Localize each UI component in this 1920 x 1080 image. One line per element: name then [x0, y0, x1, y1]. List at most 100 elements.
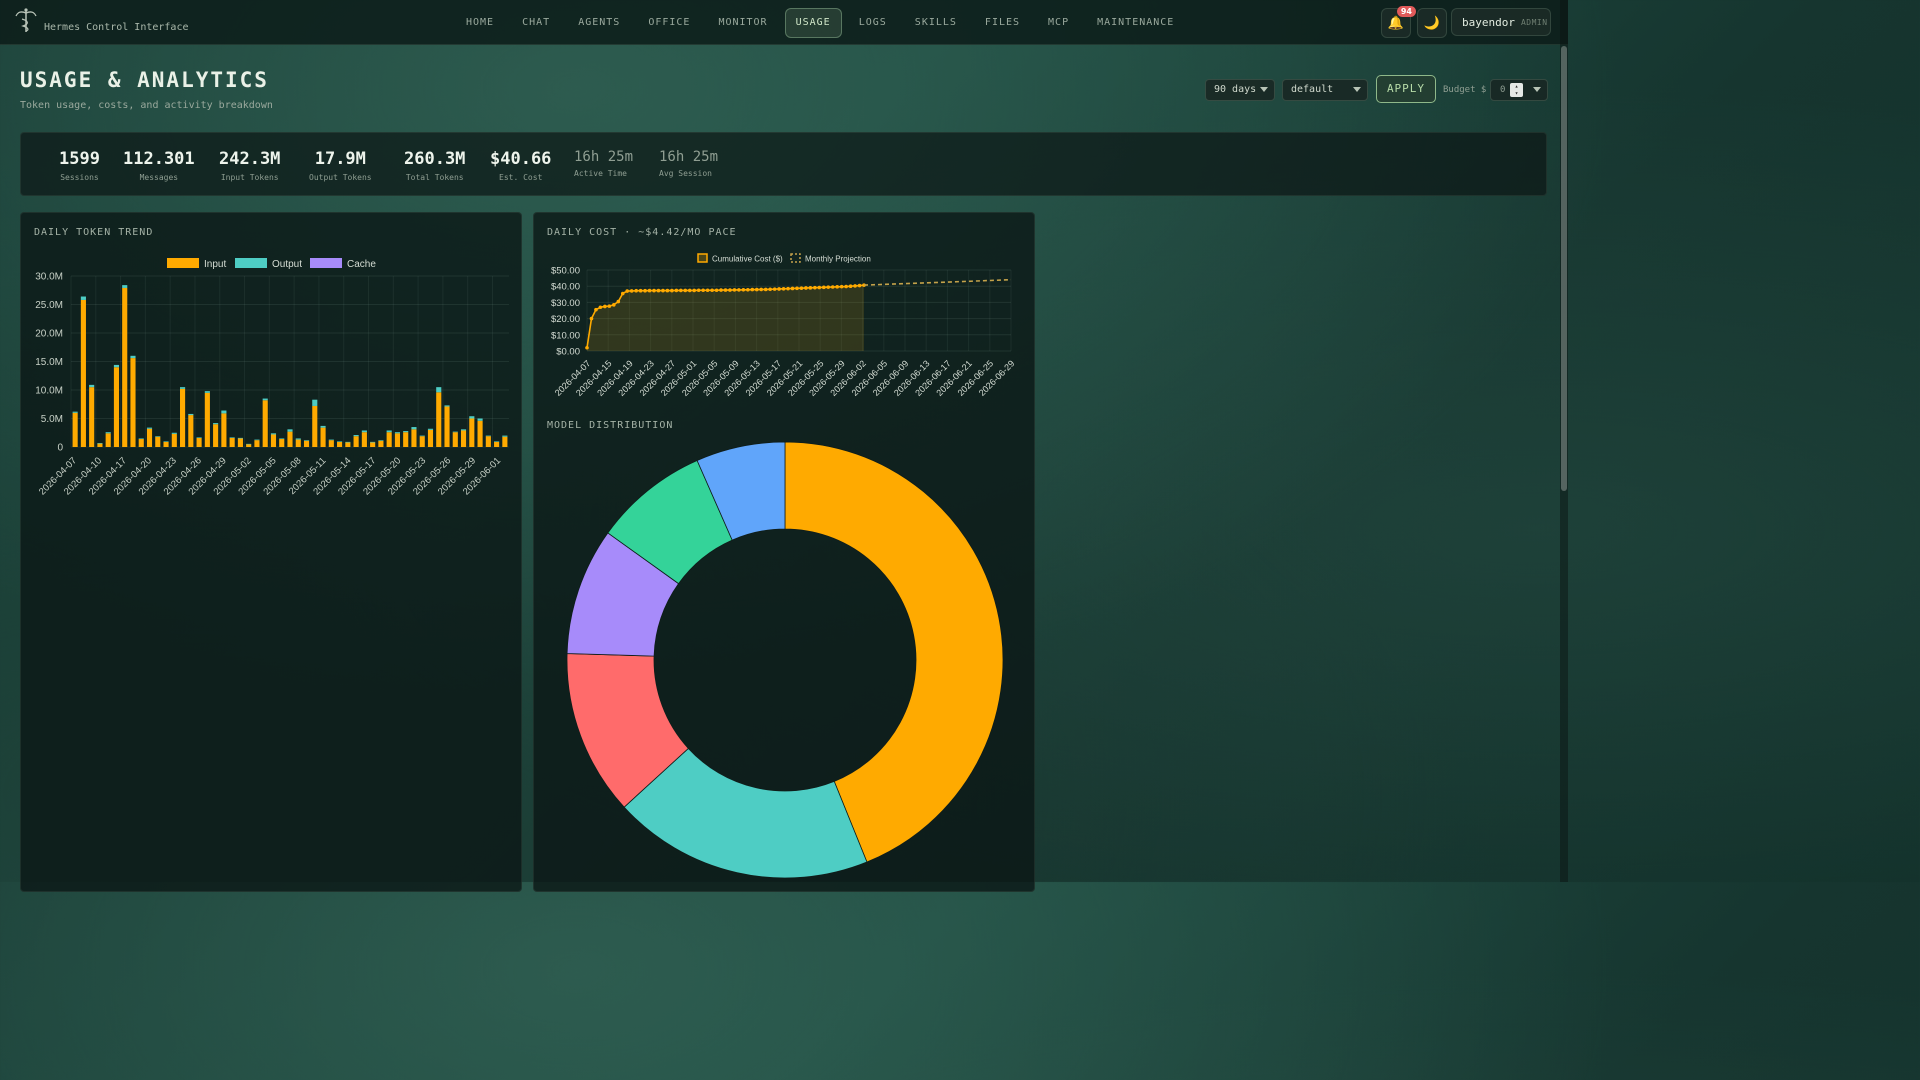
profile-select[interactable]: default [1282, 79, 1368, 101]
bar-input [229, 437, 235, 447]
range-select[interactable]: 90 days [1205, 79, 1275, 101]
bar-input [105, 433, 111, 447]
caduceus-icon[interactable] [15, 7, 37, 33]
bar-output [485, 435, 491, 437]
cost-point [612, 303, 616, 307]
nav-item-maintenance[interactable]: MAINTENANCE [1086, 8, 1185, 38]
cost-point [737, 288, 741, 292]
nav-item-home[interactable]: HOME [455, 8, 505, 38]
chevron-down-icon[interactable] [1533, 87, 1541, 92]
bar-output [419, 435, 425, 437]
y-tick-label: 0 [57, 443, 63, 454]
nav-item-mcp[interactable]: MCP [1037, 8, 1080, 38]
bar-output [130, 355, 136, 359]
bar-output [80, 296, 86, 300]
cost-point [781, 286, 786, 291]
cost-point [723, 288, 728, 292]
bar-input [337, 441, 343, 447]
bar-output [494, 441, 500, 442]
bar-output [312, 399, 318, 406]
legend-swatch [167, 258, 199, 268]
nav-item-chat[interactable]: CHAT [511, 8, 561, 38]
bar-input [328, 440, 334, 447]
bar-output [477, 418, 483, 421]
bar-input [270, 434, 277, 447]
stat-est-cost: $40.66 Est. Cost [490, 149, 551, 182]
y-tick-label: $30.00 [551, 298, 580, 309]
nav-item-skills[interactable]: SKILLS [904, 8, 968, 38]
nav-item-files[interactable]: FILES [974, 8, 1031, 38]
model-distribution-chart [566, 441, 1004, 879]
cost-point [772, 287, 777, 291]
y-tick-label: 5.0M [41, 414, 63, 425]
bar-output [246, 443, 252, 445]
stat-label: Sessions [60, 173, 99, 182]
bar-output [370, 441, 376, 443]
bar-output [155, 436, 161, 437]
stat-label: Active Time [574, 169, 627, 178]
apply-button[interactable]: APPLY [1376, 75, 1436, 103]
y-tick-label: $20.00 [551, 314, 580, 325]
bar-output [378, 440, 384, 441]
nav-item-usage[interactable]: USAGE [784, 8, 842, 38]
bar-output [196, 437, 202, 438]
stat-value: 260.3M [404, 149, 466, 169]
bar-input [386, 432, 392, 447]
cost-point [679, 288, 683, 293]
panel-title: MODEL DISTRIBUTION [547, 420, 674, 431]
bar-input [72, 412, 78, 447]
nav-item-monitor[interactable]: MONITOR [707, 8, 778, 38]
cost-point [629, 289, 634, 293]
cost-point [848, 284, 853, 288]
stat-label: Est. Cost [499, 173, 543, 182]
scrollbar-thumb[interactable] [1561, 46, 1567, 491]
scrollbar[interactable] [1560, 0, 1568, 882]
stat-value: $40.66 [490, 149, 552, 169]
bar-input [287, 431, 293, 447]
nav-item-agents[interactable]: AGENTS [567, 8, 631, 38]
main-nav: HOME CHAT AGENTS OFFICE MONITOR USAGE LOGS SKIL… [455, 8, 1191, 38]
cost-point [844, 284, 848, 289]
bar-input [312, 405, 318, 447]
cost-point [643, 288, 647, 293]
app-title: Hermes Control Interface [44, 22, 189, 33]
bell-icon: 🔔 [1387, 15, 1405, 31]
stat-value: 16h 25m [659, 149, 719, 165]
budget-label: Budget $ [1443, 85, 1487, 95]
cost-point [786, 286, 790, 291]
notification-button[interactable]: 🔔 94 [1381, 6, 1416, 38]
stepper-icon[interactable]: ▴ ▾ [1510, 83, 1523, 97]
bar-output [452, 431, 458, 433]
bar-input [320, 427, 326, 447]
cost-point [728, 288, 732, 292]
bar-output [270, 433, 277, 435]
bar-input [494, 441, 500, 447]
cost-point [826, 285, 831, 289]
legend-label: Cache [347, 259, 376, 270]
bar-input [113, 367, 120, 447]
user-menu[interactable]: bayendor ADMIN [1451, 8, 1551, 36]
cost-point [603, 304, 607, 309]
panel-title: DAILY COST · ~$4.42/MO PACE [547, 227, 737, 238]
bar-output [279, 438, 285, 440]
cost-point [821, 285, 826, 290]
y-tick-label: $50.00 [551, 266, 580, 277]
bar-input [89, 387, 95, 447]
y-tick-label: 25.0M [35, 300, 63, 311]
cost-point [620, 291, 625, 296]
theme-toggle-button[interactable]: 🌙 [1417, 8, 1447, 38]
budget-input[interactable]: 0 ▴ ▾ [1490, 79, 1548, 101]
nav-item-office[interactable]: OFFICE [637, 8, 701, 38]
nav-item-logs[interactable]: LOGS [848, 8, 898, 38]
bar-output [97, 443, 103, 444]
bar-input [180, 388, 186, 447]
moon-icon: 🌙 [1423, 15, 1441, 31]
cost-point [830, 285, 835, 289]
bar-output [386, 430, 392, 433]
cost-point [634, 288, 638, 293]
stat-value: 1599 [59, 149, 100, 169]
user-name: bayendor [1462, 15, 1515, 29]
cost-point [732, 288, 737, 292]
bar-input [221, 413, 227, 447]
stat-value: 17.9M [314, 149, 366, 169]
